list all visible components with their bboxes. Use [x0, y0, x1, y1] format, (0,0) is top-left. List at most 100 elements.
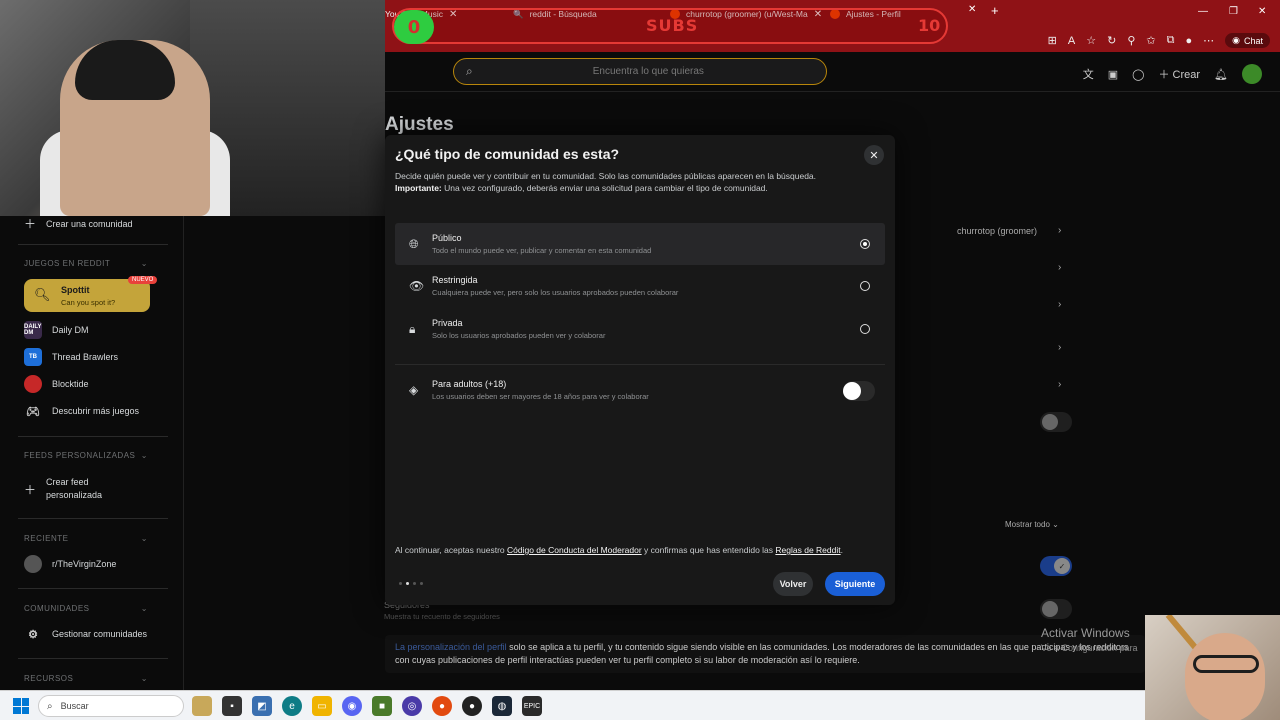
chevron-down-icon: ⌄: [140, 604, 148, 613]
profile-customization-link[interactable]: La personalización del perfil: [395, 642, 507, 652]
favorite-icon[interactable]: ☆: [1086, 34, 1096, 47]
file-explorer-icon[interactable]: ▭: [312, 696, 332, 716]
create-feed-label: Crear feed personalizada: [46, 477, 103, 500]
chevron-down-icon: ⌄: [140, 534, 148, 543]
minimize-icon[interactable]: —: [1198, 6, 1208, 17]
maximize-icon[interactable]: ❐: [1229, 6, 1238, 17]
chevron-right-icon[interactable]: ›: [1058, 299, 1061, 310]
radio-restricted[interactable]: [860, 281, 870, 291]
chevron-right-icon[interactable]: ›: [1058, 225, 1061, 236]
create-feed-button[interactable]: ＋ Crear feed personalizada: [24, 476, 124, 502]
extensions-icon[interactable]: ⚲: [1127, 34, 1135, 47]
reddit-rules-link[interactable]: Reglas de Reddit: [775, 545, 840, 555]
taskbar-search-label: Buscar: [60, 701, 89, 711]
adult-toggle[interactable]: [843, 381, 875, 401]
ads-icon[interactable]: ▣: [1108, 68, 1118, 81]
sidebar-item-daily-dm[interactable]: DAILY DM Daily DM: [24, 321, 89, 339]
create-community-label: Crear una comunidad: [46, 218, 133, 229]
more-icon[interactable]: ⋯: [1203, 34, 1214, 47]
close-icon[interactable]: ✕: [864, 145, 884, 165]
taskbar-search[interactable]: ⌕ Buscar: [38, 695, 184, 717]
steam-icon[interactable]: ◍: [492, 696, 512, 716]
photos-icon[interactable]: ◩: [252, 696, 272, 716]
webcam-face: [1185, 633, 1265, 720]
search-input[interactable]: ⌕ Encuentra lo que quieras: [453, 58, 827, 85]
discord-icon[interactable]: ◉: [342, 696, 362, 716]
read-aloud-icon[interactable]: A: [1068, 35, 1075, 47]
option-public[interactable]: 🌐︎ Público Todo el mundo puede ver, publ…: [395, 223, 885, 265]
radio-private[interactable]: [860, 324, 870, 334]
option-restricted[interactable]: 👁︎ Restringida Cualquiera puede ver, per…: [395, 265, 885, 307]
favorites-icon[interactable]: ✩: [1146, 34, 1155, 47]
feeds-section-header[interactable]: FEEDS PERSONALIZADAS ⌄: [24, 451, 148, 460]
sidebar-item-thread-brawlers[interactable]: TB Thread Brawlers: [24, 348, 118, 366]
option-private[interactable]: 🔒︎ Privada Solo los usuarios aprobados p…: [395, 308, 885, 350]
resources-section-header[interactable]: RECURSOS ⌄: [24, 674, 148, 683]
option-title: Para adultos (+18): [432, 379, 507, 389]
back-button[interactable]: Volver: [773, 572, 813, 596]
firefox-icon[interactable]: ●: [432, 696, 452, 716]
sidebar-item-discover-games[interactable]: 🎮︎ Descubrir más juegos: [24, 402, 139, 420]
weather-widget-icon[interactable]: [192, 696, 212, 716]
browser-toolbar: ⊞ A ☆ ↻ ⚲ ✩ ⧉ ● ⋯ ◉ Chat: [1048, 33, 1270, 48]
settings-toggle[interactable]: ✓: [1040, 556, 1072, 576]
chevron-down-icon: ⌄: [140, 451, 148, 460]
apps-icon[interactable]: ⊞: [1048, 34, 1057, 47]
bell-icon[interactable]: 🔔︎: [1214, 68, 1228, 81]
next-button[interactable]: Siguiente: [825, 572, 885, 596]
divider: [18, 518, 168, 519]
sidebar-item-blocktide[interactable]: Blocktide: [24, 375, 89, 393]
windows-start-icon[interactable]: [13, 698, 29, 714]
close-window-icon[interactable]: ✕: [1258, 6, 1266, 17]
epic-games-icon[interactable]: EPIC: [522, 696, 542, 716]
communities-section-header[interactable]: COMUNIDADES ⌄: [24, 604, 148, 613]
section-label: COMUNIDADES: [24, 604, 90, 613]
activate-windows-subtitle: Ve a Configuración para: [1041, 643, 1138, 653]
step-indicator: [399, 582, 423, 585]
new-tab-icon[interactable]: +: [991, 3, 999, 18]
sidebar-item-label: r/TheVirginZone: [52, 559, 117, 569]
toggle-knob: [843, 382, 861, 400]
divider: [18, 588, 168, 589]
collections-icon[interactable]: ⧉: [1167, 34, 1175, 47]
moderator-code-link[interactable]: Código de Conducta del Moderador: [507, 545, 642, 555]
profile-icon[interactable]: ●: [1185, 35, 1192, 47]
minecraft-icon[interactable]: ■: [372, 696, 392, 716]
sidebar-item-label: Gestionar comunidades: [52, 629, 148, 639]
sidebar-item-label: Thread Brawlers: [52, 352, 119, 362]
chevron-right-icon[interactable]: ›: [1058, 262, 1061, 273]
option-adult: ◈ Para adultos (+18) Los usuarios deben …: [395, 369, 885, 411]
profile-display-name[interactable]: churrotop (groomer): [957, 226, 1037, 236]
task-view-icon[interactable]: ▪: [222, 696, 242, 716]
chevron-right-icon[interactable]: ›: [1058, 379, 1061, 390]
show-all-label: Mostrar todo: [1005, 520, 1050, 529]
avatar[interactable]: [1242, 64, 1262, 84]
create-button[interactable]: ＋ Crear: [1158, 66, 1200, 82]
refresh-icon[interactable]: ↻: [1107, 34, 1116, 47]
obs-icon[interactable]: ◎: [402, 696, 422, 716]
app-icon[interactable]: ●: [462, 696, 482, 716]
subs-label: SUBS: [646, 16, 699, 35]
webcam-glasses: [1193, 655, 1259, 673]
show-all-button[interactable]: Mostrar todo ⌄: [1005, 520, 1059, 529]
translate-icon[interactable]: 文: [1083, 66, 1094, 82]
settings-toggle[interactable]: [1040, 412, 1072, 432]
chat-icon[interactable]: ◯: [1132, 68, 1144, 81]
close-tab-icon[interactable]: ✕: [968, 4, 976, 15]
chat-button[interactable]: ◉ Chat: [1225, 33, 1270, 48]
community-avatar: [24, 555, 42, 573]
recent-section-header[interactable]: RECIENTE ⌄: [24, 534, 148, 543]
chevron-right-icon[interactable]: ›: [1058, 342, 1061, 353]
gear-icon: ⚙︎: [28, 628, 38, 641]
games-section-header[interactable]: JUEGOS EN REDDIT ⌄: [24, 259, 148, 268]
manage-communities-button[interactable]: ⚙︎ Gestionar comunidades: [24, 625, 147, 643]
option-title: Público: [432, 233, 462, 243]
sidebar-item-recent-community[interactable]: r/TheVirginZone: [24, 555, 116, 573]
edge-icon[interactable]: e: [282, 696, 302, 716]
activate-windows-title: Activar Windows: [1041, 626, 1130, 640]
followers-toggle[interactable]: [1040, 599, 1072, 619]
create-community-button[interactable]: ＋ Crear una comunidad: [24, 215, 133, 232]
radio-public[interactable]: [860, 239, 870, 249]
step-dot-active: [406, 582, 409, 585]
footnote-text: y confirmas que has entendido las: [641, 545, 776, 555]
